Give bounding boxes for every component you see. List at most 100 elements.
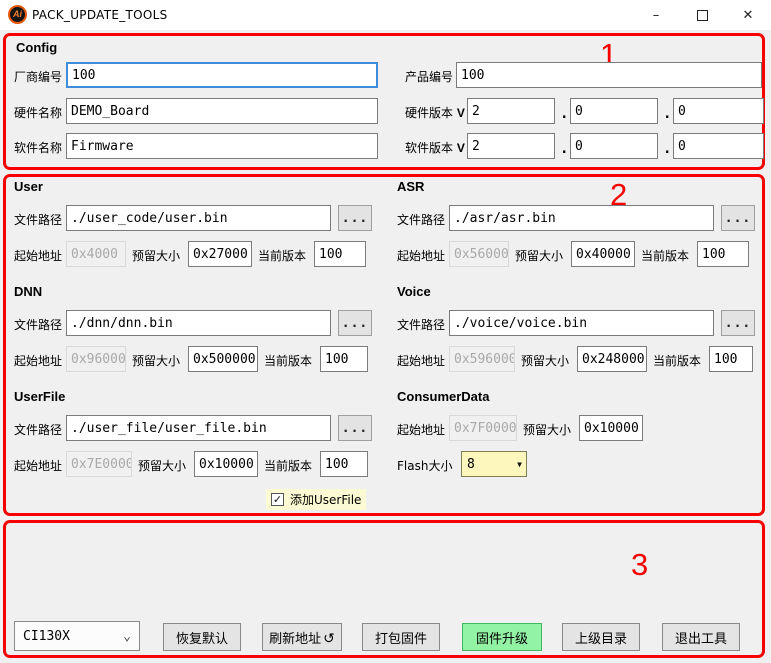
file-path-label: 文件路径	[397, 316, 445, 333]
hw-version-minor-input[interactable]: 0	[570, 98, 658, 124]
checkbox-check-icon: ✓	[271, 493, 284, 506]
asr-path-input[interactable]: ./asr/asr.bin	[449, 205, 714, 231]
start-addr-label: 起始地址	[14, 247, 62, 264]
dnn-browse-button[interactable]: ...	[338, 310, 372, 336]
voice-reserved-input[interactable]: 0x248000	[577, 346, 647, 372]
annotation-3: 3	[631, 549, 648, 580]
hw-version-label: 硬件版本 V	[405, 104, 465, 121]
hw-version-patch-input[interactable]: 0	[673, 98, 764, 124]
group-voice: Voice 文件路径 ./voice/voice.bin ... 起始地址 0x…	[389, 284, 764, 379]
start-addr-label: 起始地址	[14, 352, 62, 369]
product-id-input[interactable]: 100	[456, 62, 762, 88]
voice-title: Voice	[397, 284, 431, 299]
dnn-reserved-input[interactable]: 0x500000	[188, 346, 258, 372]
parent-directory-button[interactable]: 上级目录	[562, 623, 640, 651]
userfile-version-input[interactable]: 100	[320, 451, 368, 477]
user-start-addr-input: 0x4000	[66, 241, 126, 267]
sw-version-label: 软件版本 V	[405, 139, 465, 156]
sw-name-input[interactable]: Firmware	[66, 133, 378, 159]
flash-size-dropdown[interactable]: 8 ▼	[461, 451, 527, 477]
vendor-id-label: 厂商编号	[14, 68, 62, 85]
sw-version-minor-input[interactable]: 0	[570, 133, 658, 159]
dot-separator: .	[663, 106, 671, 122]
voice-path-input[interactable]: ./voice/voice.bin	[449, 310, 714, 336]
file-path-label: 文件路径	[14, 421, 62, 438]
chip-select-value: CI130X	[23, 629, 70, 644]
user-browse-button[interactable]: ...	[338, 205, 372, 231]
flash-size-label: Flash大小	[397, 457, 452, 474]
asr-start-addr-input: 0x56000	[449, 241, 509, 267]
reserved-size-label: 预留大小	[132, 247, 180, 264]
current-version-label: 当前版本	[653, 352, 701, 369]
partitions-section: 2 User 文件路径 ./user_code/user.bin ... 起始地…	[3, 174, 765, 516]
voice-version-input[interactable]: 100	[709, 346, 753, 372]
group-user: User 文件路径 ./user_code/user.bin ... 起始地址 …	[6, 179, 384, 274]
user-reserved-input[interactable]: 0x27000	[188, 241, 252, 267]
userfile-browse-button[interactable]: ...	[338, 415, 372, 441]
dropdown-arrow-icon: ▼	[517, 460, 523, 469]
asr-browse-button[interactable]: ...	[721, 205, 755, 231]
upgrade-firmware-button[interactable]: 固件升级	[462, 623, 542, 651]
hw-name-label: 硬件名称	[14, 104, 62, 121]
maximize-icon[interactable]	[679, 0, 725, 30]
user-version-input[interactable]: 100	[314, 241, 366, 267]
dot-separator: .	[663, 141, 671, 157]
reserved-size-label: 预留大小	[521, 352, 569, 369]
group-consumerdata: ConsumerData 起始地址 0x7F0000 预留大小 0x10000 …	[389, 389, 764, 514]
dnn-version-input[interactable]: 100	[320, 346, 368, 372]
dnn-path-input[interactable]: ./dnn/dnn.bin	[66, 310, 331, 336]
minimize-icon[interactable]: –	[633, 0, 679, 30]
chip-select-dropdown[interactable]: CI130X ⌄	[14, 621, 140, 651]
asr-reserved-input[interactable]: 0x40000	[571, 241, 635, 267]
consumerdata-start-addr-input: 0x7F0000	[449, 415, 517, 441]
reserved-size-label: 预留大小	[138, 457, 186, 474]
refresh-address-button[interactable]: 刷新地址↺	[262, 623, 342, 651]
dot-separator: .	[560, 106, 568, 122]
exit-tool-button[interactable]: 退出工具	[662, 623, 740, 651]
consumerdata-reserved-input[interactable]: 0x10000	[579, 415, 643, 441]
config-section: 1 Config 厂商编号 100 产品编号 100 硬件名称 DEMO_Boa…	[3, 33, 765, 170]
voice-start-addr-input: 0x596000	[449, 346, 515, 372]
refresh-icon: ↺	[323, 632, 335, 646]
app-logo-icon: Ai	[8, 5, 27, 24]
add-userfile-checkbox[interactable]: ✓ 添加UserFile	[266, 489, 366, 510]
start-addr-label: 起始地址	[397, 421, 445, 438]
reserved-size-label: 预留大小	[515, 247, 563, 264]
vendor-id-input[interactable]: 100	[66, 62, 378, 88]
start-addr-label: 起始地址	[397, 352, 445, 369]
file-path-label: 文件路径	[397, 211, 445, 228]
restore-defaults-button[interactable]: 恢复默认	[163, 623, 241, 651]
pack-firmware-button[interactable]: 打包固件	[362, 623, 440, 651]
userfile-title: UserFile	[14, 389, 65, 404]
group-dnn: DNN 文件路径 ./dnn/dnn.bin ... 起始地址 0x96000 …	[6, 284, 384, 379]
dnn-start-addr-input: 0x96000	[66, 346, 126, 372]
start-addr-label: 起始地址	[14, 457, 62, 474]
close-icon[interactable]: ✕	[725, 0, 771, 30]
sw-version-patch-input[interactable]: 0	[673, 133, 764, 159]
flash-size-value: 8	[467, 457, 475, 472]
consumerdata-title: ConsumerData	[397, 389, 489, 404]
user-title: User	[14, 179, 43, 194]
voice-browse-button[interactable]: ...	[721, 310, 755, 336]
sw-name-label: 软件名称	[14, 139, 62, 156]
current-version-label: 当前版本	[258, 247, 306, 264]
userfile-reserved-input[interactable]: 0x10000	[194, 451, 258, 477]
start-addr-label: 起始地址	[397, 247, 445, 264]
group-userfile: UserFile 文件路径 ./user_file/user_file.bin …	[6, 389, 384, 514]
config-title: Config	[16, 40, 57, 55]
add-userfile-label: 添加UserFile	[290, 491, 361, 508]
hw-version-major-input[interactable]: 2	[467, 98, 555, 124]
current-version-label: 当前版本	[264, 457, 312, 474]
current-version-label: 当前版本	[641, 247, 689, 264]
userfile-path-input[interactable]: ./user_file/user_file.bin	[66, 415, 331, 441]
user-path-input[interactable]: ./user_code/user.bin	[66, 205, 331, 231]
reserved-size-label: 预留大小	[523, 421, 571, 438]
dot-separator: .	[560, 141, 568, 157]
asr-version-input[interactable]: 100	[697, 241, 749, 267]
window-controls: – ✕	[633, 0, 771, 30]
hw-name-input[interactable]: DEMO_Board	[66, 98, 378, 124]
window-title: PACK_UPDATE_TOOLS	[32, 8, 168, 22]
sw-version-major-input[interactable]: 2	[467, 133, 555, 159]
asr-title: ASR	[397, 179, 424, 194]
current-version-label: 当前版本	[264, 352, 312, 369]
